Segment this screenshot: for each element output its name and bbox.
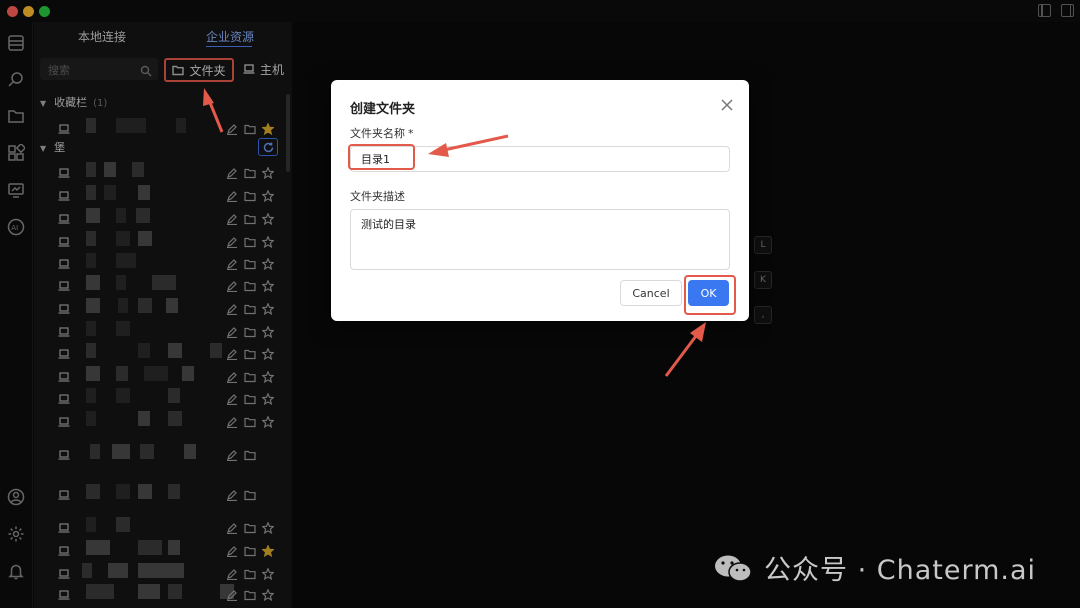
folder-name-highlight — [348, 144, 415, 170]
wechat-logo-icon — [715, 555, 752, 582]
cancel-button[interactable]: Cancel — [620, 280, 682, 306]
folder-name-label-text: 文件夹名称 — [350, 127, 405, 140]
ok-button-highlight — [684, 275, 736, 315]
folder-description-label: 文件夹描述 — [350, 190, 405, 203]
folder-name-label: 文件夹名称 * — [350, 125, 414, 141]
watermark: 公众号 · Chaterm.ai — [712, 548, 1036, 587]
folder-description-input[interactable]: 测试的目录 — [350, 209, 730, 270]
watermark-text: 公众号 · Chaterm.ai — [764, 555, 1037, 586]
required-mark: * — [408, 127, 414, 140]
close-icon[interactable] — [721, 96, 733, 111]
dialog-title: 创建文件夹 — [350, 102, 416, 117]
